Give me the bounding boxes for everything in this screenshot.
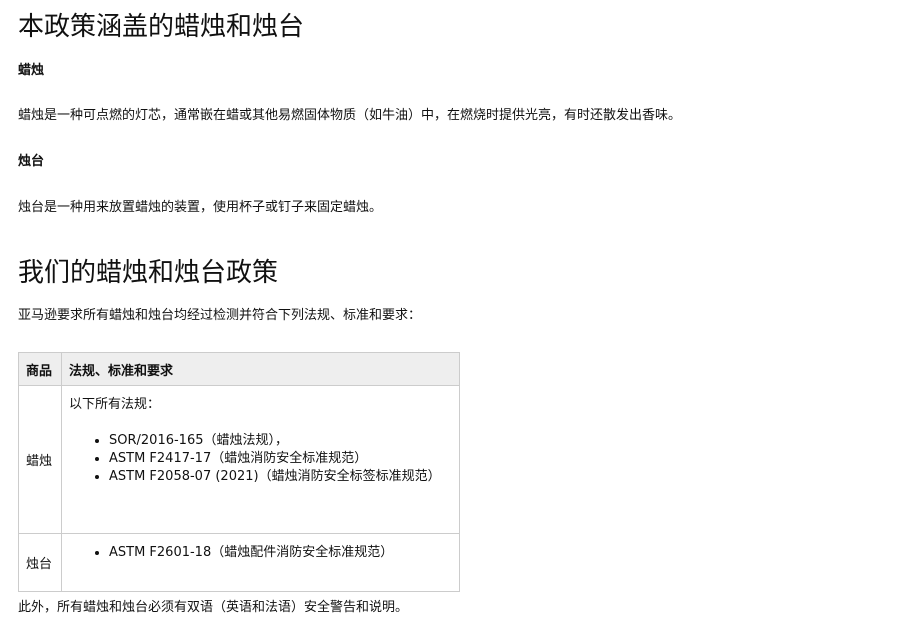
list-item: ASTM F2601-18（蜡烛配件消防安全标准规范）	[109, 544, 452, 562]
header-product: 商品	[18, 352, 62, 386]
bilingual-note: 此外，所有蜡烛和烛台必须有双语（英语和法语）安全警告和说明。	[18, 600, 409, 615]
row-requirements-candle: 以下所有法规： SOR/2016-165（蜡烛法规）， ASTM F2417-1…	[61, 385, 460, 534]
regulations-table: 商品 法规、标准和要求 蜡烛 以下所有法规： SOR/2016-165（蜡烛法规…	[18, 352, 460, 592]
header-requirements: 法规、标准和要求	[61, 352, 460, 386]
policy-title: 我们的蜡烛和烛台政策	[18, 258, 279, 288]
list-item: SOR/2016-165（蜡烛法规），	[109, 432, 452, 450]
table-header-row: 商品 法规、标准和要求	[18, 352, 460, 386]
list-item: ASTM F2058-07 (2021)（蜡烛消防安全标签标准规范）	[109, 468, 452, 486]
requirements-list: ASTM F2601-18（蜡烛配件消防安全标准规范）	[69, 544, 452, 562]
table-row: 烛台 ASTM F2601-18（蜡烛配件消防安全标准规范）	[18, 533, 460, 592]
requirements-intro: 以下所有法规：	[69, 397, 161, 412]
holder-definition: 烛台是一种用来放置蜡烛的装置，使用杯子或钉子来固定蜡烛。	[18, 200, 383, 215]
requirements-list: SOR/2016-165（蜡烛法规）， ASTM F2417-17（蜡烛消防安全…	[69, 432, 452, 486]
candle-definition: 蜡烛是一种可点燃的灯芯，通常嵌在蜡或其他易燃固体物质（如牛油）中，在燃烧时提供光…	[18, 108, 682, 123]
policy-intro: 亚马逊要求所有蜡烛和烛台均经过检测并符合下列法规、标准和要求：	[18, 308, 422, 323]
list-item: ASTM F2417-17（蜡烛消防安全标准规范）	[109, 450, 452, 468]
holder-heading: 烛台	[18, 154, 45, 169]
candle-heading: 蜡烛	[18, 63, 45, 78]
row-requirements-holder: ASTM F2601-18（蜡烛配件消防安全标准规范）	[61, 533, 460, 592]
row-product-candle: 蜡烛	[18, 385, 62, 534]
row-product-holder: 烛台	[18, 533, 62, 592]
covered-products-title: 本政策涵盖的蜡烛和烛台	[18, 12, 305, 42]
table-row: 蜡烛 以下所有法规： SOR/2016-165（蜡烛法规）， ASTM F241…	[18, 385, 460, 534]
